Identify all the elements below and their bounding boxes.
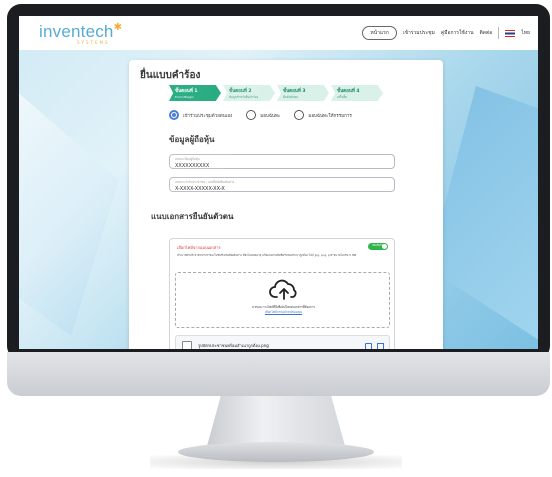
- attendance-options: เข้าร่วมประชุมด้วยตนเอง มอบฉันทะ มอบฉันท…: [169, 110, 352, 120]
- request-form-card: ยื่นแบบคำร้อง ขั้นตอนที่ 1 Form Margin ข…: [129, 60, 443, 349]
- nav-divider: [498, 27, 500, 39]
- browse-files-link[interactable]: เลือกไฟล์จากอุปกรณ์ของคุณ: [176, 310, 391, 315]
- background-shape-right: [428, 86, 538, 346]
- site-header: inventech✱ SYSTEMS หน้าแรก เข้าร่วมประชุ…: [19, 16, 538, 50]
- view-file-icon[interactable]: [365, 343, 372, 349]
- field-value: X-XXXX-XXXXX-XX-X: [175, 186, 225, 192]
- shareholder-heading: ข้อมูลผู้ถือหุ้น: [169, 135, 215, 144]
- field-placeholder: เลขทะเบียนผู้ถือหุ้น: [175, 157, 200, 161]
- scene: inventech✱ SYSTEMS หน้าแรก เข้าร่วมประชุ…: [0, 0, 552, 477]
- national-id-field[interactable]: เลขประจำตัวประชาชน / เลขที่หนังสือเดินทา…: [169, 177, 395, 192]
- step-sublabel: ยืนยันตัวตน: [283, 95, 299, 99]
- shareholder-id-field[interactable]: เลขทะเบียนผู้ถือหุ้น XXXXXXXXXX: [169, 154, 395, 169]
- page-title: ยื่นแบบคำร้อง: [140, 70, 201, 81]
- toggle-label: เปิด/ปิดใช้: [371, 244, 383, 247]
- step-3[interactable]: ขั้นตอนที่ 3 ยืนยันตัวตน: [277, 85, 329, 101]
- image-file-icon: [182, 341, 192, 349]
- monitor-stand-base: [178, 442, 374, 462]
- step-label: ขั้นตอนที่ 2: [229, 89, 252, 94]
- radio-label: เข้าร่วมประชุมด้วยตนเอง: [183, 113, 233, 119]
- step-2[interactable]: ขั้นตอนที่ 2 ข้อมูลสำหรับยื่นคำร้อง: [223, 85, 275, 101]
- logo[interactable]: inventech✱ SYSTEMS: [39, 22, 122, 45]
- radio-unselected-icon[interactable]: [294, 110, 305, 120]
- file-name: รูปบัตรประชาชนพร้อมสำเนาถูกต้อง.png: [198, 343, 269, 348]
- stepper: ขั้นตอนที่ 1 Form Margin ขั้นตอนที่ 2 ข้…: [169, 85, 385, 101]
- logo-mark-icon: ✱: [113, 21, 123, 33]
- screen: inventech✱ SYSTEMS หน้าแรก เข้าร่วมประชุ…: [19, 16, 538, 349]
- thai-flag-icon[interactable]: [505, 29, 516, 37]
- background-shape-left: [19, 76, 119, 336]
- field-placeholder: เลขประจำตัวประชาชน / เลขที่หนังสือเดินทา…: [175, 180, 235, 184]
- step-label: ขั้นตอนที่ 3: [283, 89, 306, 94]
- nav-manual-link[interactable]: คู่มือการใช้งาน: [441, 29, 474, 37]
- step-sublabel: Form Margin: [175, 95, 194, 99]
- language-select[interactable]: ไทย: [521, 29, 530, 37]
- monitor-stand-neck: [207, 396, 345, 446]
- radio-label: มอบฉันทะ: [260, 113, 281, 119]
- uploaded-file-row: รูปบัตรประชาชนพร้อมสำเนาถูกต้อง.png: [175, 335, 390, 349]
- top-nav: หน้าแรก เข้าร่วมประชุม คู่มือการใช้งาน ต…: [362, 26, 530, 40]
- step-sublabel: ข้อมูลสำหรับยื่นคำร้อง: [229, 95, 259, 99]
- field-value: XXXXXXXXXX: [175, 163, 210, 169]
- logo-subtext: SYSTEMS: [77, 39, 110, 45]
- step-label: ขั้นตอนที่ 4: [337, 89, 360, 94]
- radio-self-attend[interactable]: เข้าร่วมประชุมด้วยตนเอง: [169, 110, 232, 120]
- upload-section: เลือกไฟล์จากแบบเอกสาร เปิด/ปิดใช้ สำเนาบ…: [169, 238, 395, 349]
- delete-file-icon[interactable]: [377, 343, 384, 349]
- radio-proxy[interactable]: มอบฉันทะ: [246, 110, 280, 120]
- monitor-chin: [7, 352, 550, 396]
- logo-text: inventech: [39, 21, 114, 41]
- step-4[interactable]: ขั้นตอนที่ 4 เสร็จสิ้น: [331, 85, 383, 101]
- radio-unselected-icon[interactable]: [246, 110, 257, 120]
- radio-selected-icon[interactable]: [169, 110, 179, 120]
- step-sublabel: เสร็จสิ้น: [337, 95, 348, 99]
- cloud-upload-icon: [269, 279, 297, 300]
- file-dropzone[interactable]: ลากและวางไฟล์ที่นี่เพื่ออัปโหลดเอกสารที่…: [175, 272, 390, 328]
- nav-meeting-link[interactable]: เข้าร่วมประชุม: [403, 29, 435, 37]
- radio-proxy-director[interactable]: มอบฉันทะให้กรรมการ: [294, 110, 352, 120]
- nav-contact-link[interactable]: ติดต่อ: [480, 29, 493, 37]
- step-label: ขั้นตอนที่ 1: [175, 89, 198, 94]
- step-1[interactable]: ขั้นตอนที่ 1 Form Margin: [169, 85, 221, 101]
- upload-title: เลือกไฟล์จากแบบเอกสาร: [177, 245, 221, 250]
- nav-home-button[interactable]: หน้าแรก: [362, 26, 397, 40]
- upload-description: สำเนาบัตรประจำตัวประชาชน/ใบขับขี่/หนังสื…: [177, 253, 357, 257]
- document-heading: แนบเอกสารยืนยันตัวตน: [151, 212, 234, 221]
- radio-label: มอบฉันทะให้กรรมการ: [308, 113, 352, 119]
